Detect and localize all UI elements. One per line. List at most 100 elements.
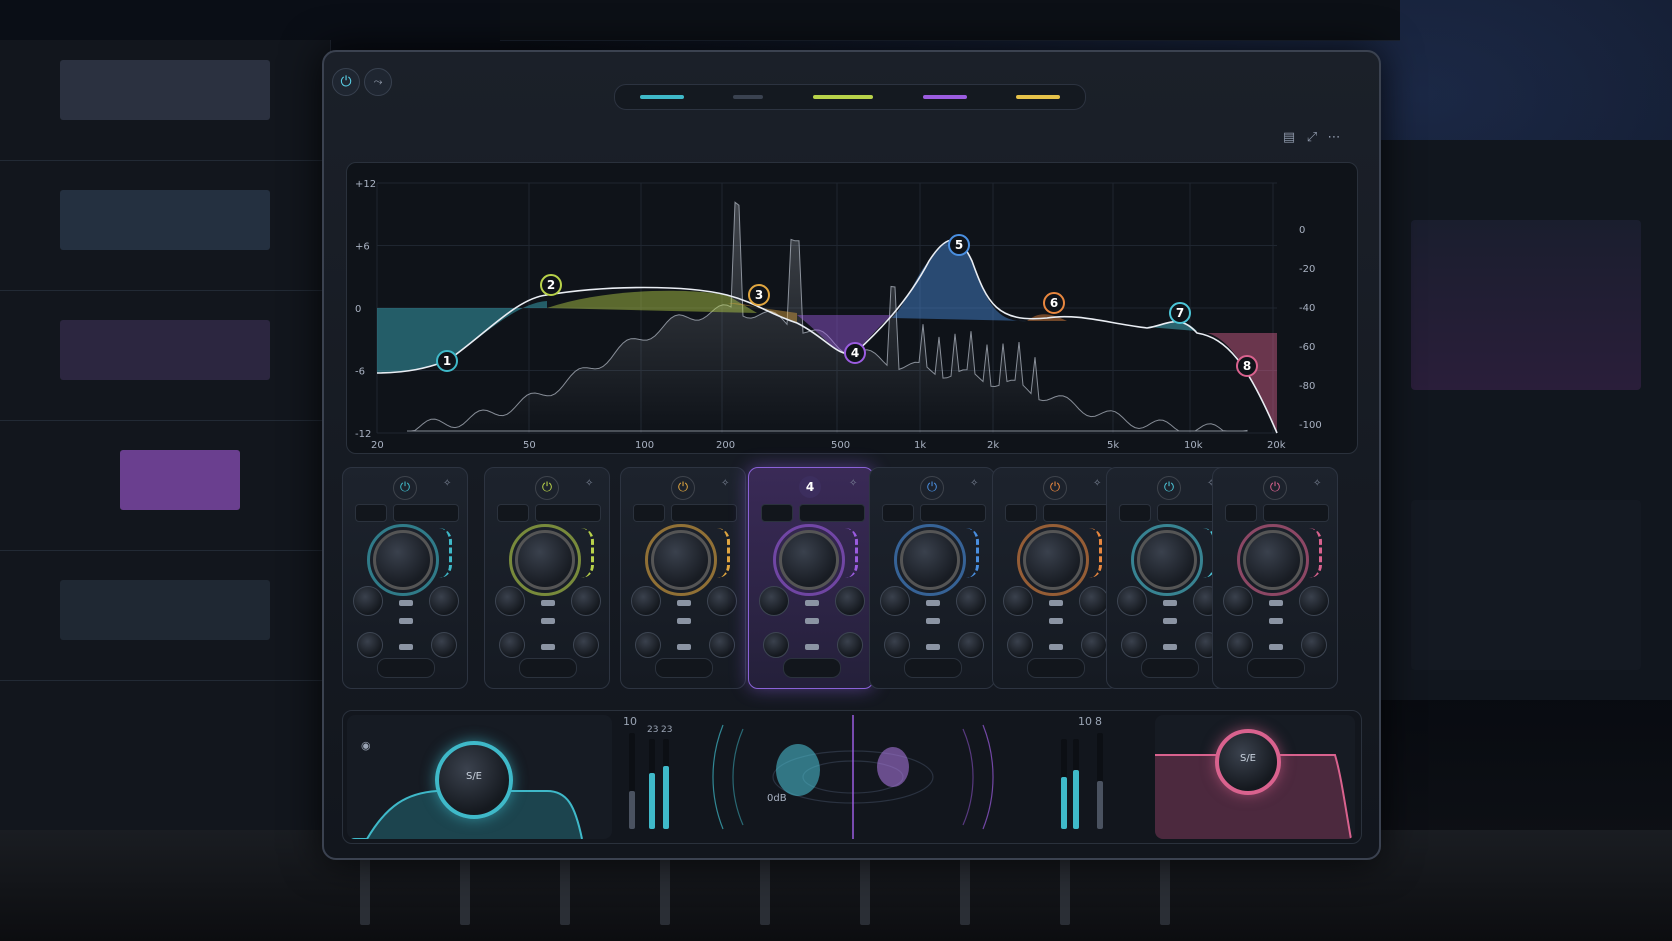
more-icon[interactable]: ⋯: [1324, 128, 1344, 148]
filter-type-selector[interactable]: [633, 504, 665, 522]
band-fader[interactable]: [1049, 644, 1063, 650]
eq-curve-svg[interactable]: 1 2 3 4 5 6 7 8 +12 +6 0 -6 -12 20 50 100 200 500 1k 2k 5k…: [347, 163, 1357, 453]
band-gain-knob[interactable]: [779, 530, 839, 590]
band-options-icon[interactable]: ✧: [970, 478, 984, 492]
band-fader[interactable]: [1269, 618, 1283, 624]
band-fader[interactable]: [1163, 618, 1177, 624]
band-gain-knob[interactable]: [515, 530, 575, 590]
filter-shape-selector[interactable]: [1263, 504, 1329, 522]
band-fader[interactable]: [399, 618, 413, 624]
band-fader[interactable]: [541, 600, 555, 606]
band-mix-knob[interactable]: [357, 632, 383, 658]
band-power-icon[interactable]: ⏻: [1263, 476, 1287, 500]
filter-shape-selector[interactable]: [799, 504, 865, 522]
left-mix-knob[interactable]: S/E: [435, 741, 513, 819]
band-q-knob[interactable]: [1079, 586, 1109, 616]
band-fader[interactable]: [1269, 644, 1283, 650]
filter-type-selector[interactable]: [1119, 504, 1151, 522]
band-fader[interactable]: [805, 644, 819, 650]
band-slope-knob[interactable]: [573, 632, 599, 658]
eq-node-8[interactable]: 8: [1236, 355, 1258, 377]
band-slope-knob[interactable]: [837, 632, 863, 658]
band-freq-knob[interactable]: [1003, 586, 1033, 616]
band-freq-knob[interactable]: [495, 586, 525, 616]
band-options-icon[interactable]: ✧: [721, 478, 735, 492]
left-panel-icon[interactable]: ◉: [361, 739, 371, 752]
band-fader[interactable]: [399, 644, 413, 650]
band-fader[interactable]: [1163, 600, 1177, 606]
bypass-icon[interactable]: ⤳: [364, 68, 392, 96]
eq-frequency-graph[interactable]: 1 2 3 4 5 6 7 8 +12 +6 0 -6 -12 20 50 100 200 500 1k 2k 5k…: [346, 162, 1358, 454]
filter-type-selector[interactable]: [761, 504, 793, 522]
band-freq-knob[interactable]: [1223, 586, 1253, 616]
band-mode-switch[interactable]: [904, 658, 962, 678]
filter-shape-selector[interactable]: [1043, 504, 1109, 522]
band-mode-switch[interactable]: [1027, 658, 1085, 678]
filter-type-selector[interactable]: [882, 504, 914, 522]
band-mix-knob[interactable]: [1227, 632, 1253, 658]
band-fader[interactable]: [926, 600, 940, 606]
band-power-icon[interactable]: ⏻: [1043, 476, 1067, 500]
band-mode-switch[interactable]: [1141, 658, 1199, 678]
band-fader[interactable]: [1163, 644, 1177, 650]
band-fader[interactable]: [677, 618, 691, 624]
band-options-icon[interactable]: ✧: [849, 478, 863, 492]
band-options-icon[interactable]: ✧: [1313, 478, 1327, 492]
band-mode-switch[interactable]: [655, 658, 713, 678]
filter-shape-selector[interactable]: [393, 504, 459, 522]
band-power-icon[interactable]: ⏻: [535, 476, 559, 500]
band-gain-knob[interactable]: [1243, 530, 1303, 590]
band-fader[interactable]: [1049, 600, 1063, 606]
band-gain-knob[interactable]: [651, 530, 711, 590]
band-freq-knob[interactable]: [880, 586, 910, 616]
band-gain-knob[interactable]: [1023, 530, 1083, 590]
band-fader[interactable]: [926, 618, 940, 624]
band-q-knob[interactable]: [956, 586, 986, 616]
filter-shape-selector[interactable]: [920, 504, 986, 522]
band-mode-switch[interactable]: [783, 658, 841, 678]
band-fader[interactable]: [677, 600, 691, 606]
band-options-icon[interactable]: ✧: [585, 478, 599, 492]
tab-yellow-green[interactable]: [812, 95, 873, 99]
band-slope-knob[interactable]: [1301, 632, 1327, 658]
eq-node-7[interactable]: 7: [1169, 302, 1191, 324]
band-slope-knob[interactable]: [1081, 632, 1107, 658]
eq-node-1[interactable]: 1: [436, 350, 458, 372]
filter-type-selector[interactable]: [1005, 504, 1037, 522]
band-power-icon[interactable]: ⏻: [393, 476, 417, 500]
band-gain-knob[interactable]: [373, 530, 433, 590]
tab-cyan[interactable]: [639, 95, 684, 99]
band-fader[interactable]: [541, 618, 555, 624]
filter-type-selector[interactable]: [497, 504, 529, 522]
band-fader[interactable]: [926, 644, 940, 650]
filter-type-selector[interactable]: [355, 504, 387, 522]
band-gain-knob[interactable]: [1137, 530, 1197, 590]
band-slope-knob[interactable]: [958, 632, 984, 658]
band-number-badge[interactable]: 4: [799, 476, 821, 498]
band-fader[interactable]: [805, 618, 819, 624]
band-mix-knob[interactable]: [635, 632, 661, 658]
band-mode-switch[interactable]: [1247, 658, 1305, 678]
band-options-icon[interactable]: ✧: [443, 478, 457, 492]
right-mix-knob[interactable]: S/E: [1215, 729, 1281, 795]
band-q-knob[interactable]: [571, 586, 601, 616]
list-icon[interactable]: ▤: [1279, 128, 1299, 148]
band-fader[interactable]: [541, 644, 555, 650]
eq-node-4[interactable]: 4: [844, 342, 866, 364]
plugin-power-icon[interactable]: ⏻: [332, 68, 360, 96]
band-q-knob[interactable]: [835, 586, 865, 616]
eq-node-2[interactable]: 2: [540, 274, 562, 296]
band-options-icon[interactable]: ✧: [1093, 478, 1107, 492]
band-mix-knob[interactable]: [499, 632, 525, 658]
band-mix-knob[interactable]: [763, 632, 789, 658]
band-fader[interactable]: [399, 600, 413, 606]
band-q-knob[interactable]: [1299, 586, 1329, 616]
tab-purple[interactable]: [922, 95, 967, 99]
eq-node-6[interactable]: 6: [1043, 292, 1065, 314]
right-slider-track[interactable]: [1097, 733, 1103, 829]
tab[interactable]: [733, 95, 764, 99]
band-mix-knob[interactable]: [884, 632, 910, 658]
band-gain-knob[interactable]: [900, 530, 960, 590]
band-mix-knob[interactable]: [1007, 632, 1033, 658]
filter-shape-selector[interactable]: [535, 504, 601, 522]
